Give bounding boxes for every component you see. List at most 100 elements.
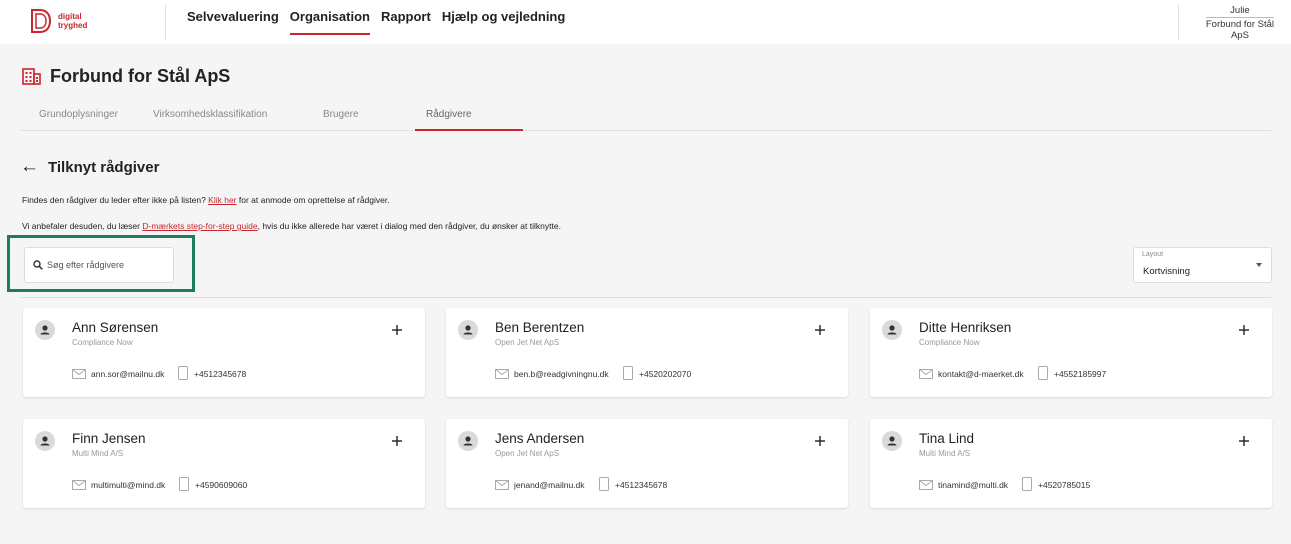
add-advisor-button[interactable]	[812, 433, 828, 449]
advisor-phone: +4552185997	[1054, 369, 1107, 379]
advisor-name: Jens Andersen	[495, 431, 585, 446]
phone-icon	[1038, 366, 1048, 380]
advisor-phone: +4512345678	[194, 369, 247, 379]
advisor-email: tinamind@multi.dk	[938, 480, 1009, 490]
request-advisor-link[interactable]: Klik her	[208, 195, 236, 205]
phone-icon	[179, 477, 189, 491]
main-nav: Selvevaluering Organisation Rapport Hjæl…	[187, 9, 576, 35]
info2-before: Vi anbefaler desuden, du læser	[22, 221, 143, 231]
search-icon	[33, 260, 43, 270]
advisor-phone: +4520785015	[1038, 480, 1091, 490]
add-advisor-button[interactable]	[1236, 433, 1252, 449]
list-divider	[20, 297, 1271, 298]
active-tab-indicator	[415, 129, 523, 131]
advisor-name: Ben Berentzen	[495, 320, 585, 335]
header-divider	[165, 4, 166, 40]
person-icon	[887, 325, 897, 335]
advisor-email: kontakt@d-maerket.dk	[938, 369, 1024, 379]
advisor-company: Open Jet Net ApS	[495, 449, 560, 458]
avatar	[35, 431, 55, 451]
info-text-request: Findes den rådgiver du leder efter ikke …	[22, 195, 390, 205]
info1-before: Findes den rådgiver du leder efter ikke …	[22, 195, 209, 205]
page-title-row: Forbund for Stål ApS	[22, 66, 230, 87]
user-org-line1: Forbund for Stål	[1205, 19, 1274, 30]
advisor-email: jenand@mailnu.dk	[514, 480, 585, 490]
advisor-email: ann.sor@mailnu.dk	[91, 369, 165, 379]
phone-icon	[1022, 477, 1032, 491]
layout-label: Layout	[1142, 251, 1164, 258]
logo-text: digital tryghed	[58, 12, 87, 30]
user-divider	[1178, 4, 1179, 40]
phone-icon	[623, 366, 633, 380]
mail-icon	[72, 369, 86, 379]
section-title: Tilknyt rådgiver	[48, 158, 160, 176]
page-title: Forbund for Stål ApS	[50, 66, 231, 86]
person-icon	[40, 325, 50, 335]
mail-icon	[919, 369, 933, 379]
logo[interactable]: digital tryghed	[30, 8, 87, 34]
advisor-name: Ann Sørensen	[72, 320, 159, 335]
user-org-line2: ApS	[1230, 30, 1249, 41]
tab-brugere[interactable]: Brugere	[323, 109, 359, 120]
layout-select[interactable]: Layout Kortvisning	[1133, 247, 1272, 283]
avatar	[882, 431, 902, 451]
advisor-card: Ann Sørensen Compliance Now ann.sor@mailnu…	[23, 308, 425, 397]
add-advisor-button[interactable]	[812, 322, 828, 338]
tab-raadgivere[interactable]: Rådgivere	[426, 109, 472, 120]
advisor-name: Tina Lind	[919, 431, 975, 446]
org-tabs: Grundoplysninger Virksomhedsklassifikati…	[20, 101, 1271, 131]
avatar	[458, 431, 478, 451]
phone-icon	[599, 477, 609, 491]
tab-grundoplysninger[interactable]: Grundoplysninger	[39, 109, 118, 120]
avatar	[458, 320, 478, 340]
person-icon	[463, 325, 473, 335]
add-advisor-button[interactable]	[389, 322, 405, 338]
search-field[interactable]	[24, 247, 174, 283]
advisor-company: Open Jet Net ApS	[495, 338, 560, 347]
advisor-card: Finn Jensen Multi Mind A/S multimulti@mind…	[23, 419, 425, 508]
user-menu[interactable]: Julie Forbund for Stål ApS	[1205, 5, 1274, 41]
top-header: digital tryghed Selvevaluering Organisat…	[0, 0, 1291, 44]
caret-down-icon	[1256, 263, 1262, 267]
layout-value: Kortvisning	[1143, 266, 1190, 277]
tab-virksomhedsklassifikation[interactable]: Virksomhedsklassifikation	[153, 109, 267, 120]
advisor-company: Compliance Now	[72, 338, 133, 347]
advisor-company: Compliance Now	[919, 338, 980, 347]
info2-after: , hvis du ikke allerede har været i dial…	[257, 221, 561, 231]
search-input[interactable]	[47, 260, 167, 270]
nav-selvevaluering[interactable]: Selvevaluering	[187, 9, 279, 35]
advisor-phone: +4512345678	[615, 480, 668, 490]
advisor-phone: +4590609060	[195, 480, 248, 490]
logo-text-line1: digital	[58, 12, 82, 21]
info1-after: for at anmode om oprettelse af rådgiver.	[236, 195, 390, 205]
user-name: Julie	[1205, 5, 1274, 18]
advisor-card: Tina Lind Multi Mind A/S tinamind@multi.dk…	[870, 419, 1272, 508]
advisor-company: Multi Mind A/S	[919, 449, 971, 458]
mail-icon	[72, 480, 86, 490]
section-header: ← Tilknyt rådgiver	[20, 157, 160, 176]
add-advisor-button[interactable]	[389, 433, 405, 449]
mail-icon	[495, 480, 509, 490]
advisor-name: Finn Jensen	[72, 431, 146, 446]
add-advisor-button[interactable]	[1236, 322, 1252, 338]
advisor-card: Ben Berentzen Open Jet Net ApS ben.b@readg…	[446, 308, 848, 397]
arrow-left-icon[interactable]: ←	[20, 157, 39, 176]
person-icon	[40, 436, 50, 446]
logo-mark-icon	[31, 9, 52, 33]
advisor-card: Jens Andersen Open Jet Net ApS jenand@mail…	[446, 419, 848, 508]
mail-icon	[495, 369, 509, 379]
advisor-company: Multi Mind A/S	[72, 449, 124, 458]
mail-icon	[919, 480, 933, 490]
advisor-email: multimulti@mind.dk	[91, 480, 166, 490]
info-text-guide: Vi anbefaler desuden, du læser D-mærkets…	[22, 221, 561, 231]
advisor-name: Ditte Henriksen	[919, 320, 1012, 335]
guide-link[interactable]: D-mærkets step-for-step guide	[142, 221, 257, 231]
advisor-phone: +4520202070	[639, 369, 692, 379]
logo-text-line2: tryghed	[58, 21, 88, 30]
avatar	[35, 320, 55, 340]
building-icon	[22, 68, 41, 85]
advisor-email: ben.b@readgivningnu.dk	[514, 369, 609, 379]
nav-rapport[interactable]: Rapport	[381, 9, 431, 35]
nav-organisation[interactable]: Organisation	[289, 9, 370, 35]
nav-hjaelp[interactable]: Hjælp og vejledning	[442, 9, 566, 35]
